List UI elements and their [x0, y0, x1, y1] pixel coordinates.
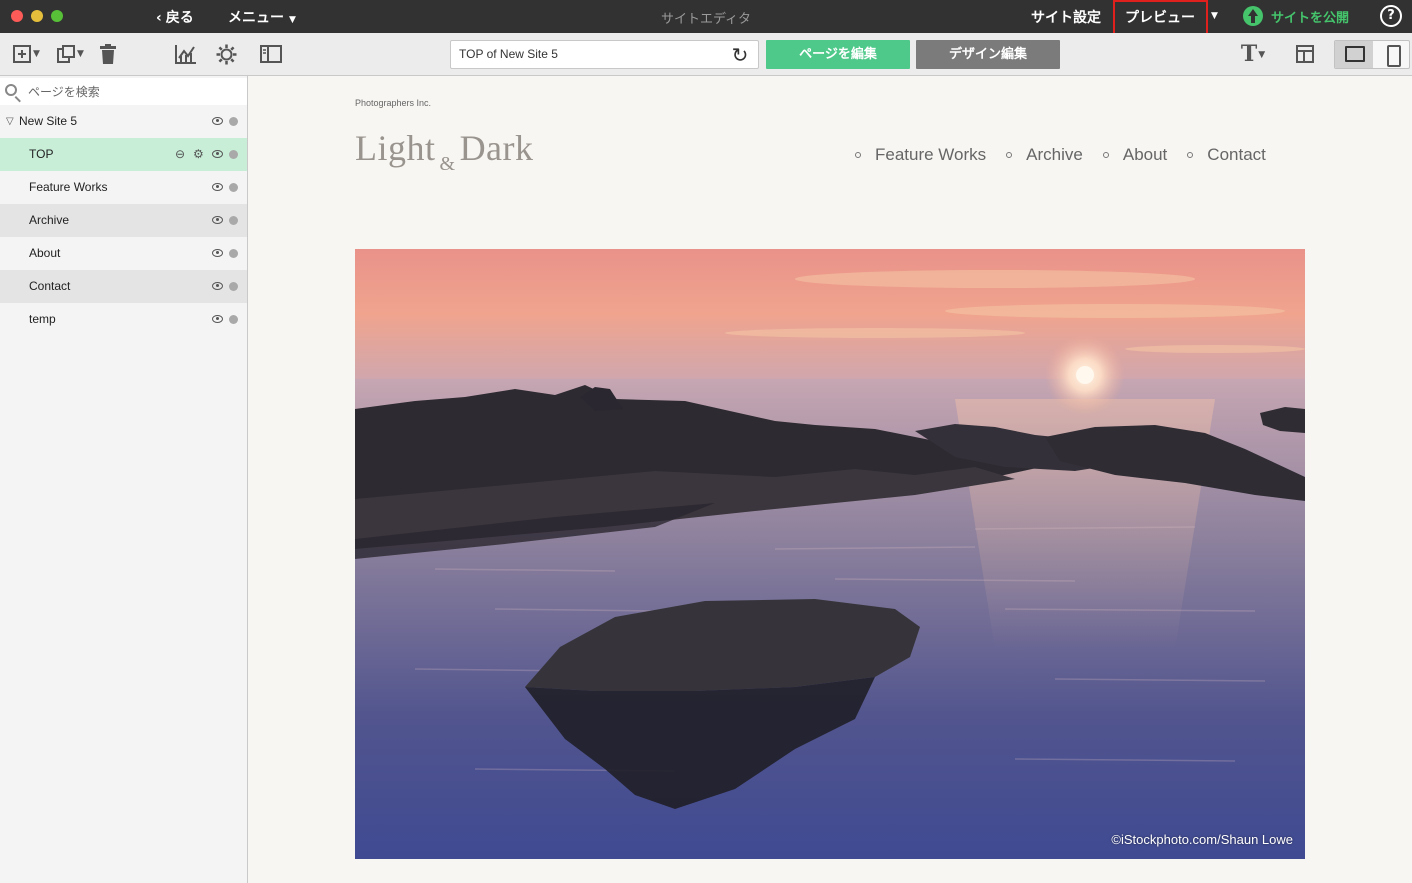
bullet-icon	[855, 152, 861, 158]
chevron-down-icon[interactable]: ▽	[6, 105, 14, 138]
status-dot-icon	[229, 282, 238, 291]
zoom-window-button[interactable]	[51, 10, 63, 22]
page-item-label: temp	[29, 312, 56, 326]
page-item-label: Archive	[29, 213, 70, 227]
page-item-label: Contact	[29, 279, 71, 293]
visibility-eye-icon[interactable]	[212, 150, 223, 158]
page-item-label: Feature Works	[29, 180, 108, 194]
page-item-label: TOP	[29, 147, 54, 161]
mobile-view-button[interactable]	[1373, 41, 1409, 68]
delete-page-button[interactable]	[98, 43, 118, 65]
site-navigation: Feature Works Archive About Contact	[855, 145, 1286, 165]
page-item-label: About	[29, 246, 61, 260]
upload-icon	[1243, 6, 1263, 26]
edit-page-button[interactable]: ページを編集	[766, 40, 910, 69]
menu-button[interactable]: メニュー ▼	[228, 7, 296, 27]
app-title: サイトエディタ	[660, 12, 752, 27]
page-item-temp[interactable]: temp	[0, 303, 247, 336]
add-page-icon	[13, 45, 32, 63]
page-item-about[interactable]: About	[0, 237, 247, 270]
visibility-eye-icon[interactable]	[212, 183, 223, 191]
status-dot-icon	[229, 117, 238, 126]
nav-link-about[interactable]: About	[1102, 145, 1167, 165]
edit-design-button[interactable]: デザイン編集	[916, 40, 1060, 69]
site-logo[interactable]: Light & Dark	[355, 127, 534, 176]
page-item-archive[interactable]: Archive	[0, 204, 247, 237]
bullet-icon	[1006, 152, 1013, 158]
visibility-eye-icon[interactable]	[212, 315, 223, 323]
nav-link-feature-works[interactable]: Feature Works	[855, 145, 986, 165]
chevron-left-icon: ‹	[156, 10, 162, 26]
desktop-view-button[interactable]	[1335, 41, 1373, 68]
search-icon	[5, 84, 17, 96]
page-title-field[interactable]: TOP of New Site 5	[450, 40, 759, 69]
gear-icon[interactable]: ⚙	[193, 138, 204, 171]
site-settings-button[interactable]: サイト設定	[1031, 7, 1101, 27]
chart-icon	[175, 45, 196, 64]
layout-icon	[1296, 45, 1314, 63]
back-button[interactable]: ‹ 戻る	[156, 7, 194, 27]
company-name: Photographers Inc.	[355, 98, 432, 108]
status-dot-icon	[229, 183, 238, 192]
visibility-eye-icon[interactable]	[212, 282, 223, 290]
preview-dropdown-icon[interactable]: ▼	[1211, 11, 1218, 21]
chevron-down-icon: ▼	[289, 15, 296, 25]
page-item-contact[interactable]: Contact	[0, 270, 247, 303]
bullet-icon	[1187, 152, 1194, 158]
sidebar-icon	[260, 45, 282, 63]
visibility-eye-icon[interactable]	[212, 216, 223, 224]
layout-button[interactable]	[1294, 43, 1316, 65]
page-search-input[interactable]	[28, 82, 238, 102]
visibility-eye-icon[interactable]	[212, 249, 223, 257]
page-list-sidebar: ▽ New Site 5 TOP ⊖ ⚙ Feature Works Archi…	[0, 76, 248, 883]
help-icon[interactable]: ?	[1380, 5, 1402, 27]
photo-credit: ©iStockphoto.com/Shaun Lowe	[1111, 832, 1293, 847]
title-bar: ‹ 戻る メニュー ▼ サイトエディタ サイト設定 プレビュー ▼ サイトを公開 ?	[0, 0, 1412, 35]
hero-image: ©iStockphoto.com/Shaun Lowe	[355, 249, 1305, 859]
close-window-button[interactable]	[11, 10, 23, 22]
minimize-window-button[interactable]	[31, 10, 43, 22]
page-item-feature-works[interactable]: Feature Works	[0, 171, 247, 204]
chevron-down-icon: ▼	[33, 49, 40, 59]
chevron-down-icon: ▼	[1258, 50, 1266, 60]
analytics-button[interactable]	[175, 43, 197, 65]
trash-icon	[100, 44, 116, 64]
page-search	[0, 78, 247, 106]
reload-icon[interactable]: ↻	[728, 43, 752, 67]
status-dot-icon	[229, 249, 238, 258]
status-dot-icon	[229, 315, 238, 324]
nav-link-archive[interactable]: Archive	[1006, 145, 1083, 165]
nav-link-contact[interactable]: Contact	[1187, 145, 1266, 165]
text-icon: T	[1240, 41, 1258, 67]
site-root-item[interactable]: ▽ New Site 5	[0, 105, 247, 138]
text-style-button[interactable]: T▼	[1238, 43, 1268, 65]
device-toggle	[1334, 40, 1410, 69]
sunset-seascape-image	[355, 249, 1305, 859]
duplicate-icon	[57, 45, 76, 63]
site-preview-canvas[interactable]: Photographers Inc. Light & Dark Feature Wo…	[249, 77, 1412, 883]
toggle-sidebar-button[interactable]	[260, 43, 282, 65]
site-root-label: New Site 5	[19, 114, 78, 128]
visibility-eye-icon[interactable]	[212, 117, 223, 125]
more-options-icon[interactable]: ⊖	[175, 138, 185, 171]
chevron-down-icon: ▼	[77, 49, 84, 59]
publish-site-button[interactable]: サイトを公開	[1243, 6, 1349, 26]
status-dot-icon	[229, 150, 238, 159]
duplicate-page-button[interactable]: ▼	[54, 43, 86, 65]
add-page-button[interactable]: ▼	[10, 43, 42, 65]
status-dot-icon	[229, 216, 238, 225]
preview-highlight-box	[1113, 0, 1208, 35]
bullet-icon	[1102, 152, 1109, 158]
gear-icon	[216, 44, 236, 64]
page-settings-button[interactable]	[215, 43, 237, 65]
toolbar: ▼ ▼ TOP of New Site 5 ↻ ページを編集 デザイン編集 T▼	[0, 33, 1412, 76]
page-item-top[interactable]: TOP ⊖ ⚙	[0, 138, 247, 171]
